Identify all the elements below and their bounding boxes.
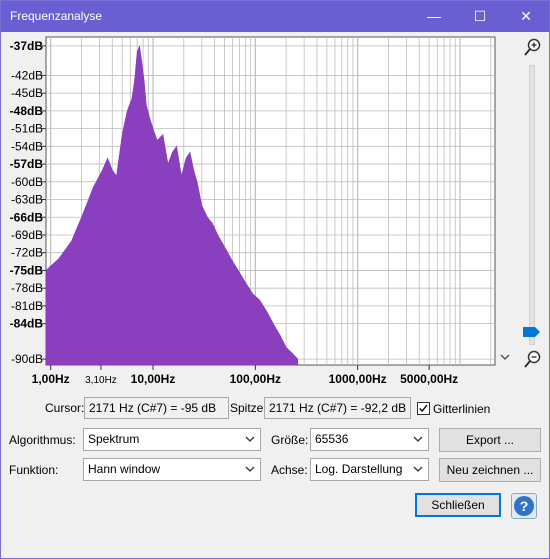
y-tick-label: -75dB <box>10 263 44 277</box>
frequency-analysis-window: Frequenzanalyse — ☐ ✕ -37dB -42dB -45dB -48… <box>0 0 550 559</box>
y-tick-label: -60dB <box>11 175 43 189</box>
y-tick-label: -90dB <box>11 352 43 366</box>
size-label: Größe: <box>271 433 309 447</box>
cursor-value-field: 2171 Hz (C#7) = -95 dB <box>84 397 229 419</box>
peak-value-field: 2171 Hz (C#7) = -92,2 dB <box>264 397 411 419</box>
function-value: Hann window <box>88 462 161 476</box>
help-icon: ? <box>514 496 534 516</box>
maximize-button[interactable]: ☐ <box>457 1 503 32</box>
function-select[interactable]: Hann window <box>83 458 261 481</box>
function-label: Funktion: <box>9 463 59 477</box>
vertical-zoom-slider[interactable] <box>529 65 535 345</box>
y-tick-label: -78dB <box>11 281 43 295</box>
x-tick-label: 10,00Hz <box>131 372 176 386</box>
help-button[interactable]: ? <box>511 493 537 519</box>
y-tick-label: -37dB <box>10 39 44 53</box>
algorithm-value: Spektrum <box>88 432 140 446</box>
minimize-button[interactable]: — <box>411 1 457 32</box>
x-tick-label: 100,00Hz <box>230 372 281 386</box>
spectrum-chart[interactable]: -37dB -42dB -45dB -48dB -51dB -54dB -57dB -60dB… <box>1 33 549 393</box>
y-tick-label: -57dB <box>10 157 44 171</box>
zoom-in-icon[interactable] <box>523 37 543 57</box>
redraw-button[interactable]: Neu zeichnen ... <box>439 458 541 482</box>
export-button[interactable]: Export ... <box>439 428 541 452</box>
algorithm-label: Algorithmus: <box>9 433 76 447</box>
axis-value: Log. Darstellung <box>315 462 403 476</box>
y-tick-label: -42dB <box>11 68 43 82</box>
x-tick-label: 3,10Hz <box>85 375 117 386</box>
x-tick-label: 1,00Hz <box>32 372 70 386</box>
y-tick-label: -66dB <box>10 210 44 224</box>
size-value: 65536 <box>315 432 349 446</box>
y-tick-label: -69dB <box>11 228 43 242</box>
title-bar[interactable]: Frequenzanalyse — ☐ ✕ <box>1 1 549 32</box>
slider-thumb-icon[interactable] <box>523 326 541 338</box>
chevron-down-icon <box>413 436 423 442</box>
window-title: Frequenzanalyse <box>10 9 103 23</box>
peak-label: Spitze: <box>230 401 267 415</box>
zoom-out-icon[interactable] <box>523 349 543 369</box>
chevron-down-icon <box>413 466 423 472</box>
chevron-down-icon[interactable] <box>497 349 513 365</box>
y-tick-label: -54dB <box>11 139 43 153</box>
y-tick-label: -51dB <box>11 122 43 136</box>
cursor-label: Cursor: <box>45 401 85 415</box>
checkmark-icon <box>419 404 428 413</box>
y-tick-label: -63dB <box>11 193 43 207</box>
x-tick-label: 5000,00Hz <box>400 372 458 386</box>
close-button[interactable]: Schließen <box>415 493 501 517</box>
chevron-down-icon <box>245 466 255 472</box>
y-tick-label: -45dB <box>11 86 43 100</box>
axis-select[interactable]: Log. Darstellung <box>310 458 429 481</box>
x-tick-label: 1000,00Hz <box>329 372 387 386</box>
gridlines-label[interactable]: Gitterlinien <box>433 402 490 416</box>
spectrum-plot-area[interactable]: -37dB -42dB -45dB -48dB -51dB -54dB -57dB -60dB… <box>1 33 549 393</box>
y-tick-label: -48dB <box>10 104 44 118</box>
close-window-button[interactable]: ✕ <box>503 1 549 32</box>
gridlines-checkbox[interactable] <box>417 402 430 415</box>
size-select[interactable]: 65536 <box>310 428 429 451</box>
y-tick-label: -84dB <box>10 317 44 331</box>
y-tick-label: -81dB <box>11 299 43 313</box>
axis-label: Achse: <box>271 463 308 477</box>
y-tick-label: -72dB <box>11 246 43 260</box>
algorithm-select[interactable]: Spektrum <box>83 428 261 451</box>
chevron-down-icon <box>245 436 255 442</box>
